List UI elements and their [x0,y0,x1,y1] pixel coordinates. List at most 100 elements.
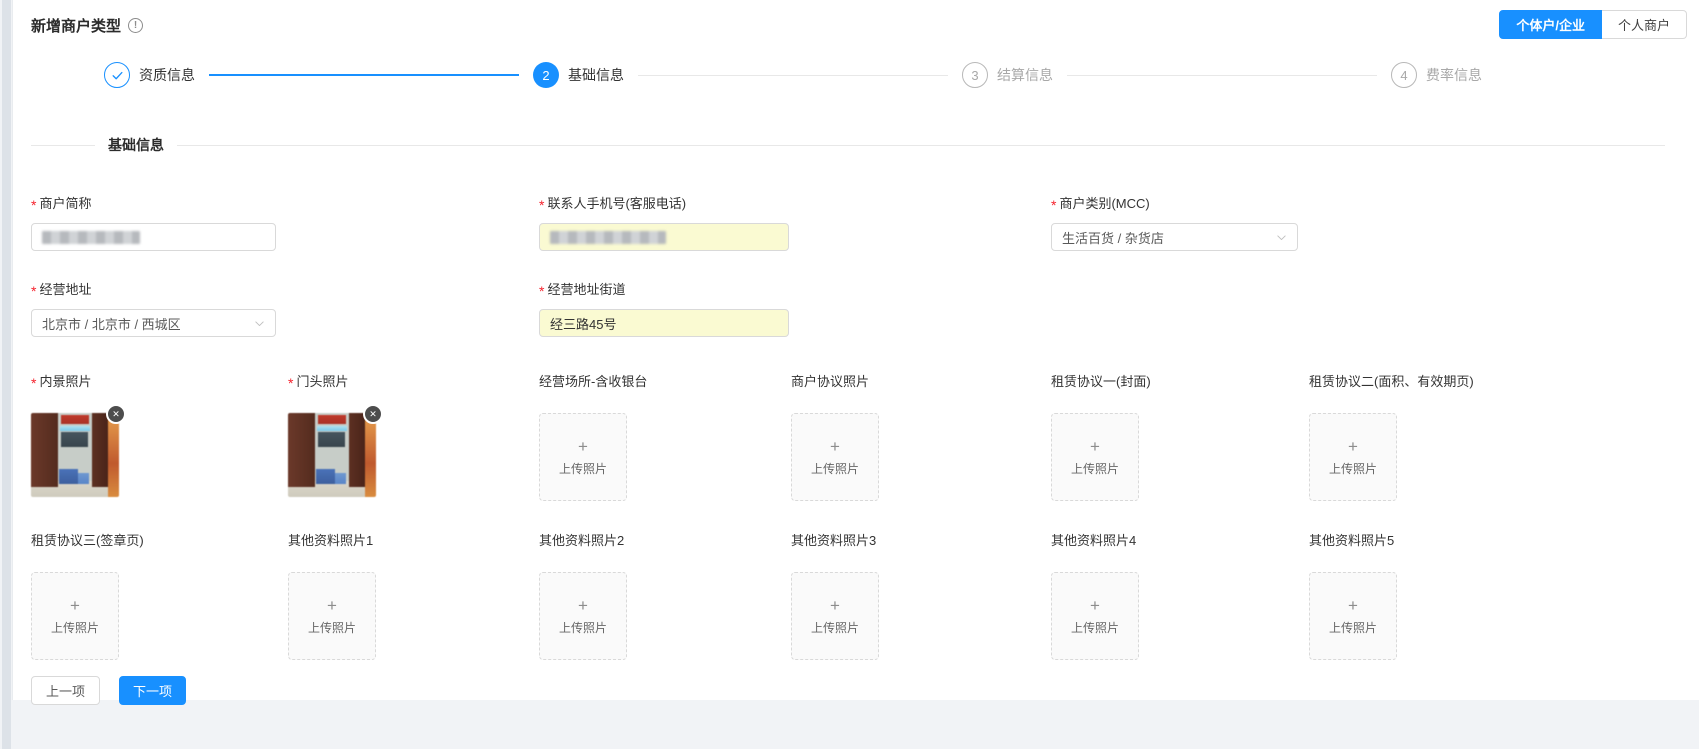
upload-field-label: 其他资料照片4 [1051,530,1309,549]
redacted-value [42,231,140,244]
upload-photo-button[interactable]: + 上传照片 [539,572,627,660]
plus-icon: + [70,597,80,614]
collapsed-sidebar-strip [2,0,11,749]
required-marker: * [1051,197,1056,213]
plus-icon: + [830,438,840,455]
next-step-button[interactable]: 下一项 [119,676,186,705]
upload-photo-button[interactable]: + 上传照片 [288,572,376,660]
required-marker: * [31,197,36,213]
merchant-type-toggle: 个体户/企业 个人商户 [1499,10,1687,39]
mcc-select[interactable]: 生活百货 / 杂货店 [1051,223,1298,251]
upload-button-label: 上传照片 [1071,619,1119,636]
business-address-cascader[interactable]: 北京市 / 北京市 / 西城区 [31,309,276,337]
business-address-selected-value: 北京市 / 北京市 / 西城区 [42,314,181,333]
upload-button-label: 上传照片 [811,619,859,636]
mcc-selected-value: 生活百货 / 杂货店 [1062,228,1164,247]
contact-phone-input[interactable] [539,223,789,251]
field-contact-phone: * 联系人手机号(客服电话) [539,193,1051,251]
upload-field-label: * 门头照片 [288,371,539,390]
step-settlement-info: 3 结算信息 [962,62,1053,88]
step-label: 基础信息 [568,65,624,85]
chevron-down-icon [254,318,265,329]
required-marker: * [31,375,36,391]
step-label: 结算信息 [997,65,1053,85]
previous-step-button[interactable]: 上一项 [31,676,100,705]
step-qualification-info: 资质信息 [104,62,195,88]
upload-field-label: 其他资料照片2 [539,530,791,549]
remove-photo-button[interactable]: ✕ [363,404,383,424]
upload-field-label: 经营场所-含收银台 [539,371,791,390]
close-icon: ✕ [369,410,377,419]
divider-line [177,145,1665,146]
page-title: 新增商户类型 [31,15,121,36]
redacted-value [550,231,666,244]
upload-photo-button[interactable]: + 上传照片 [1051,413,1139,501]
field-merchant-short-name: * 商户简称 [31,193,539,251]
field-label: * 联系人手机号(客服电话) [539,193,1051,212]
toggle-individual-enterprise-button[interactable]: 个体户/企业 [1499,10,1602,39]
field-label: * 经营地址街道 [539,279,1051,298]
storefront-photo-thumbnail[interactable]: ✕ [288,413,376,497]
step-connector [638,75,948,76]
upload-photo-button[interactable]: + 上传照片 [31,572,119,660]
section-title: 基础信息 [108,135,164,155]
field-label: * 商户类别(MCC) [1051,193,1687,212]
field-business-address: * 经营地址 北京市 / 北京市 / 西城区 [31,279,539,337]
upload-button-label: 上传照片 [308,619,356,636]
upload-field-interior-photo: * 内景照片 ✕ [31,371,288,501]
upload-photo-button[interactable]: + 上传照片 [791,572,879,660]
required-marker: * [539,197,544,213]
footer-actions: 上一项 下一项 [31,676,1687,705]
header: 新增商户类型 ! 个体户/企业 个人商户 [31,0,1687,39]
address-street-input[interactable]: 经三路45号 [539,309,789,337]
plus-icon: + [578,438,588,455]
plus-icon: + [1090,438,1100,455]
upload-row-2: 租赁协议三(签章页) + 上传照片 其他资料照片1 + 上传照片 其他资料照片2… [31,530,1687,660]
step-finished-circle [104,62,130,88]
upload-field-other-5: 其他资料照片5 + 上传照片 [1309,530,1687,660]
upload-photo-button[interactable]: + 上传照片 [1309,413,1397,501]
address-street-value: 经三路45号 [550,314,616,333]
merchant-short-name-input[interactable] [31,223,276,251]
upload-field-label: 其他资料照片5 [1309,530,1687,549]
upload-field-other-1: 其他资料照片1 + 上传照片 [288,530,539,660]
interior-photo-thumbnail[interactable]: ✕ [31,413,119,497]
field-mcc: * 商户类别(MCC) 生活百货 / 杂货店 [1051,193,1687,251]
upload-photo-button[interactable]: + 上传照片 [1309,572,1397,660]
upload-field-label: 租赁协议三(签章页) [31,530,288,549]
form-row-2: * 经营地址 北京市 / 北京市 / 西城区 * 经营地址街道 经三路45号 [31,279,1687,337]
upload-field-label: 商户协议照片 [791,371,1051,390]
upload-field-other-2: 其他资料照片2 + 上传照片 [539,530,791,660]
upload-field-lease-2: 租赁协议二(面积、有效期页) + 上传照片 [1309,371,1687,501]
toggle-personal-merchant-button[interactable]: 个人商户 [1602,10,1687,39]
upload-photo-button[interactable]: + 上传照片 [1051,572,1139,660]
upload-button-label: 上传照片 [559,460,607,477]
section-divider: 基础信息 [31,135,1687,155]
plus-icon: + [327,597,337,614]
plus-icon: + [578,597,588,614]
upload-button-label: 上传照片 [1329,619,1377,636]
field-label: * 商户简称 [31,193,539,212]
check-icon [111,69,124,82]
step-connector-done [209,74,519,76]
step-waiting-circle: 4 [1391,62,1417,88]
step-current-circle: 2 [533,62,559,88]
step-label: 费率信息 [1426,65,1482,85]
upload-field-lease-1: 租赁协议一(封面) + 上传照片 [1051,371,1309,501]
upload-photo-button[interactable]: + 上传照片 [791,413,879,501]
storefront-photo [31,413,119,497]
upload-field-storefront-photo: * 门头照片 ✕ [288,371,539,501]
chevron-down-icon [1276,232,1287,243]
info-circle-icon[interactable]: ! [128,18,143,33]
merchant-form-card: 新增商户类型 ! 个体户/企业 个人商户 资质信息 2 基础信息 3 结算信息 … [12,0,1699,700]
step-label: 资质信息 [139,65,195,85]
upload-field-label: 租赁协议二(面积、有效期页) [1309,371,1687,390]
plus-icon: + [1348,438,1358,455]
remove-photo-button[interactable]: ✕ [106,404,126,424]
stepper: 资质信息 2 基础信息 3 结算信息 4 费率信息 [31,61,1687,89]
plus-icon: + [1348,597,1358,614]
upload-button-label: 上传照片 [51,619,99,636]
upload-row-1: * 内景照片 ✕ * 门头照片 ✕ 经营场所-含收银台 + 上传照片 [31,371,1687,501]
upload-photo-button[interactable]: + 上传照片 [539,413,627,501]
upload-field-label: 租赁协议一(封面) [1051,371,1309,390]
